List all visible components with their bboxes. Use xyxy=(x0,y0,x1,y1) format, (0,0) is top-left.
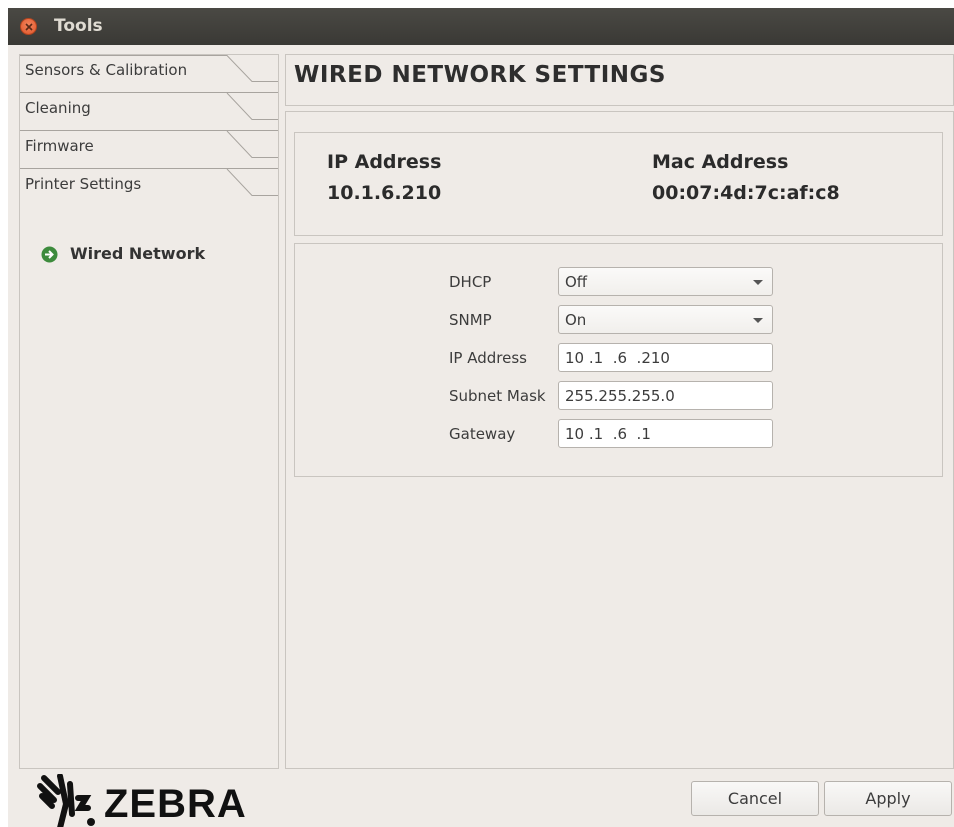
tab-label: Firmware xyxy=(25,137,94,155)
tab-printer-settings[interactable]: Printer Settings xyxy=(20,169,278,207)
zebra-head-icon xyxy=(37,774,95,827)
ip-address-value: 10.1.6.210 xyxy=(327,182,442,204)
ip-address-input-value: 10 .1 .6 .210 xyxy=(565,349,670,367)
tab-firmware[interactable]: Firmware xyxy=(20,131,278,169)
mac-address-value: 00:07:4d:7c:af:c8 xyxy=(652,182,840,204)
subnet-mask-label: Subnet Mask xyxy=(449,387,546,405)
dhcp-label: DHCP xyxy=(449,273,492,291)
chevron-down-icon xyxy=(753,280,763,285)
zebra-logo: ZEBRA xyxy=(36,774,276,827)
gateway-label: Gateway xyxy=(449,425,516,443)
ip-address-input[interactable]: 10 .1 .6 .210 xyxy=(558,343,773,372)
title-bar: Tools xyxy=(8,8,954,45)
dhcp-value: Off xyxy=(565,273,588,291)
mac-address-heading: Mac Address xyxy=(652,151,789,173)
snmp-value: On xyxy=(565,311,587,329)
sidebar-item-label: Wired Network xyxy=(70,244,206,263)
chevron-down-icon xyxy=(753,318,763,323)
sidebar: Sensors & Calibration Cleaning Firmware … xyxy=(19,54,279,769)
ip-address-label: IP Address xyxy=(449,349,527,367)
tab-label: Cleaning xyxy=(25,99,91,117)
ip-address-heading: IP Address xyxy=(327,151,442,173)
tab-label: Printer Settings xyxy=(25,175,142,193)
tab-sensors-calibration[interactable]: Sensors & Calibration xyxy=(20,55,278,93)
gateway-input[interactable]: 10 .1 .6 .1 xyxy=(558,419,773,448)
page-header: WIRED NETWORK SETTINGS xyxy=(285,54,954,106)
tools-window: Tools Sensors & Calibration Cleaning Fir… xyxy=(8,8,954,827)
tab-label: Sensors & Calibration xyxy=(25,61,188,79)
arrow-circle-icon xyxy=(41,246,58,263)
tab-cleaning[interactable]: Cleaning xyxy=(20,93,278,131)
gateway-input-value: 10 .1 .6 .1 xyxy=(565,425,651,443)
dhcp-select[interactable]: Off xyxy=(558,267,773,296)
close-icon[interactable] xyxy=(20,18,37,35)
subnet-mask-input-value: 255.255.255.0 xyxy=(565,387,675,405)
snmp-label: SNMP xyxy=(449,311,492,329)
apply-button[interactable]: Apply xyxy=(824,781,952,816)
cancel-button[interactable]: Cancel xyxy=(691,781,819,816)
snmp-select[interactable]: On xyxy=(558,305,773,334)
logo-text: ZEBRA xyxy=(104,782,247,826)
window-title: Tools xyxy=(54,16,103,36)
subnet-mask-input[interactable]: 255.255.255.0 xyxy=(558,381,773,410)
address-info-box: IP Address 10.1.6.210 Mac Address 00:07:… xyxy=(294,132,943,236)
page-title: WIRED NETWORK SETTINGS xyxy=(294,62,666,88)
sidebar-item-wired-network[interactable]: Wired Network xyxy=(41,244,241,266)
